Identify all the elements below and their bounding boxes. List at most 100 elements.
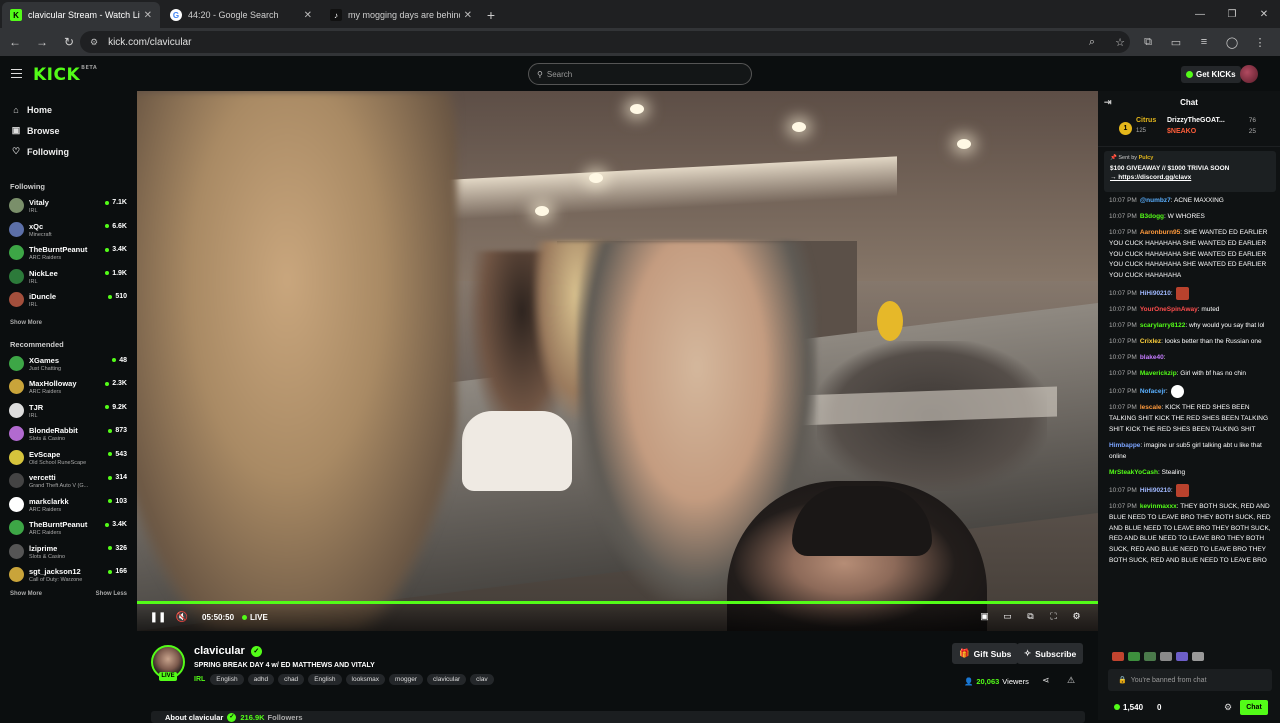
subscribe-button[interactable]: ✧ Subscribe — [1017, 643, 1084, 664]
sidebar-channel-xgames[interactable]: XGames Just Chatting 48 — [0, 352, 137, 376]
menu-kebab-icon[interactable]: ⋮ — [1246, 30, 1274, 54]
message-username[interactable]: YourOneSpinAway — [1140, 306, 1198, 313]
message-username[interactable]: scarylarry8122 — [1140, 322, 1186, 329]
gift-count[interactable]: 0 — [1157, 703, 1161, 712]
gifter-name[interactable]: Citrus — [1136, 117, 1156, 124]
sidebar-channel-tjr[interactable]: TJR IRL 9.2K — [0, 399, 137, 423]
sidebar-channel-blonderabbit[interactable]: BlondeRabbit Slots & Casino 873 — [0, 422, 137, 446]
stream-tag[interactable]: clav — [470, 674, 494, 685]
sidebar-channel-iduncle[interactable]: iDuncle IRL 510 — [0, 288, 137, 312]
cast-icon[interactable]: ▭ — [1162, 30, 1190, 54]
menu-hamburger-icon[interactable] — [11, 69, 22, 78]
message-username[interactable]: B3dogg — [1140, 213, 1164, 220]
browser-tab-kick[interactable]: K clavicular Stream - Watch Live o ✕ — [2, 2, 160, 28]
sidebar-channel-vitaly[interactable]: Vitaly IRL 7.1K — [0, 194, 137, 218]
message-username[interactable]: kevinmaxxx — [1140, 503, 1177, 510]
pinned-message[interactable]: 📌 Sent by Pulcy $100 GIVEAWAY // $1000 T… — [1104, 151, 1276, 192]
pinned-link[interactable]: → https://discord.gg/clavx — [1110, 174, 1270, 181]
nav-home[interactable]: ⌂ Home — [0, 99, 137, 120]
fullscreen-icon[interactable]: ⛶ — [1042, 611, 1065, 622]
stream-tag[interactable]: chad — [278, 674, 305, 685]
emote-icon[interactable] — [1112, 652, 1124, 661]
chat-settings-icon[interactable]: ⚙ — [1224, 702, 1232, 713]
maximize-icon[interactable]: ❐ — [1216, 0, 1248, 28]
stream-tag[interactable]: mogger — [388, 674, 424, 685]
url-field[interactable]: ⚙ kick.com/clavicular — [80, 31, 1130, 53]
sidebar-channel-markclarkk[interactable]: markclarkk ARC Raiders 103 — [0, 493, 137, 517]
pause-icon[interactable]: ❚❚ — [146, 612, 170, 623]
send-chat-button[interactable]: Chat — [1240, 700, 1268, 715]
stream-tag[interactable]: English — [308, 674, 342, 685]
show-less-recommended[interactable]: Show Less — [96, 591, 127, 597]
report-icon[interactable]: ⚠ — [1067, 675, 1075, 686]
message-username[interactable]: Crixlez — [1140, 338, 1161, 345]
user-avatar[interactable] — [1240, 65, 1258, 83]
sidebar-channel-evscape[interactable]: EvScape Old School RuneScape 543 — [0, 446, 137, 470]
message-username[interactable]: Nofacejr — [1140, 388, 1166, 395]
media-icon[interactable]: ≡ — [1190, 30, 1218, 54]
message-username[interactable]: @numbz7 — [1140, 197, 1171, 204]
sidebar-channel-nicklee[interactable]: NickLee IRL 1.9K — [0, 265, 137, 289]
emote-icon[interactable] — [1144, 652, 1156, 661]
category-link[interactable]: IRL — [194, 676, 205, 683]
theater-icon[interactable]: ▭ — [996, 611, 1019, 622]
emote-icon[interactable] — [1176, 652, 1188, 661]
kick-logo[interactable]: KICKBETA — [33, 65, 97, 85]
live-indicator[interactable]: LIVE — [242, 613, 268, 622]
stream-tag[interactable]: looksmax — [345, 674, 385, 685]
sidebar-channel-sgt_jackson12[interactable]: sgt_jackson12 Call of Duty: Warzone 166 — [0, 563, 137, 587]
minimize-icon[interactable]: — — [1184, 0, 1216, 28]
forward-icon[interactable]: → — [30, 30, 54, 54]
stream-tag[interactable]: English — [210, 674, 244, 685]
sidebar-channel-theburntpeanut[interactable]: TheBurntPeanut ARC Raiders 3.4K — [0, 516, 137, 540]
nav-following[interactable]: ♡ Following — [0, 141, 137, 162]
zoom-icon[interactable]: ⌕ — [1078, 30, 1106, 54]
show-more-recommended[interactable]: Show More — [10, 591, 42, 597]
close-tab-icon[interactable]: ✕ — [144, 10, 152, 21]
profile-icon[interactable]: ◯ — [1218, 30, 1246, 54]
message-username[interactable]: Aaronburn95 — [1140, 229, 1180, 236]
message-username[interactable]: Himbappe — [1109, 442, 1140, 449]
message-username[interactable]: blake40 — [1140, 354, 1164, 361]
pip-icon[interactable]: ⧉ — [1019, 611, 1042, 622]
message-username[interactable]: HiHi90210 — [1140, 487, 1171, 494]
sidebar-channel-theburntpeanut[interactable]: TheBurntPeanut ARC Raiders 3.4K — [0, 241, 137, 265]
about-section[interactable]: About clavicular ✓ 216.9K Followers — [151, 711, 1085, 723]
stream-tag[interactable]: adhd — [247, 674, 275, 685]
message-username[interactable]: lescale — [1140, 404, 1162, 411]
clip-icon[interactable]: ▣ — [973, 611, 996, 622]
video-player[interactable] — [137, 91, 1098, 631]
gifter-name[interactable]: DrizzyTheGOAT... — [1167, 117, 1225, 124]
close-tab-icon[interactable]: ✕ — [304, 10, 312, 21]
emote-icon[interactable] — [1192, 652, 1204, 661]
share-icon[interactable]: ⋖ — [1042, 675, 1050, 686]
emote-icon[interactable] — [1128, 652, 1140, 661]
browser-tab-tiktok[interactable]: ♪ my mogging days are behind u ✕ — [322, 2, 480, 28]
streamer-name[interactable]: clavicular ✓ — [194, 645, 262, 657]
gift-subs-button[interactable]: 🎁 Gift Subs — [952, 643, 1019, 664]
message-username[interactable]: HiHi90210 — [1140, 290, 1171, 297]
collapse-chat-icon[interactable]: ⇥ — [1104, 97, 1112, 108]
bookmark-star-icon[interactable]: ☆ — [1106, 30, 1134, 54]
close-window-icon[interactable]: ✕ — [1248, 0, 1280, 28]
extensions-icon[interactable]: ⧉ — [1134, 30, 1162, 54]
browser-tab-google[interactable]: G 44:20 - Google Search ✕ — [162, 2, 320, 28]
close-tab-icon[interactable]: ✕ — [464, 10, 472, 21]
sidebar-channel-lziprime[interactable]: lziprime Slots & Casino 326 — [0, 540, 137, 564]
sidebar-channel-xqc[interactable]: xQc Minecraft 6.6K — [0, 218, 137, 242]
search-input[interactable]: ⚲ Search — [528, 63, 752, 85]
get-kicks-button[interactable]: Get KICKs — [1181, 66, 1241, 83]
site-info-icon[interactable]: ⚙ — [90, 37, 98, 48]
back-icon[interactable]: ← — [3, 30, 27, 54]
message-username[interactable]: Maverickzip — [1140, 370, 1177, 377]
chat-input[interactable]: 🔒 You're banned from chat — [1108, 669, 1272, 691]
settings-gear-icon[interactable]: ⚙ — [1065, 611, 1088, 622]
reload-icon[interactable]: ↻ — [57, 30, 81, 54]
new-tab-icon[interactable]: + — [480, 2, 502, 28]
stream-tag[interactable]: clavicular — [427, 674, 467, 685]
sidebar-channel-maxholloway[interactable]: MaxHolloway ARC Raiders 2.3K — [0, 375, 137, 399]
show-more-following[interactable]: Show More — [0, 316, 137, 330]
kicks-balance[interactable]: 1,540 — [1114, 703, 1143, 712]
message-username[interactable]: MrSteakYoCash — [1109, 469, 1158, 476]
sidebar-channel-vercetti[interactable]: vercetti Grand Theft Auto V (G... 314 — [0, 469, 137, 493]
